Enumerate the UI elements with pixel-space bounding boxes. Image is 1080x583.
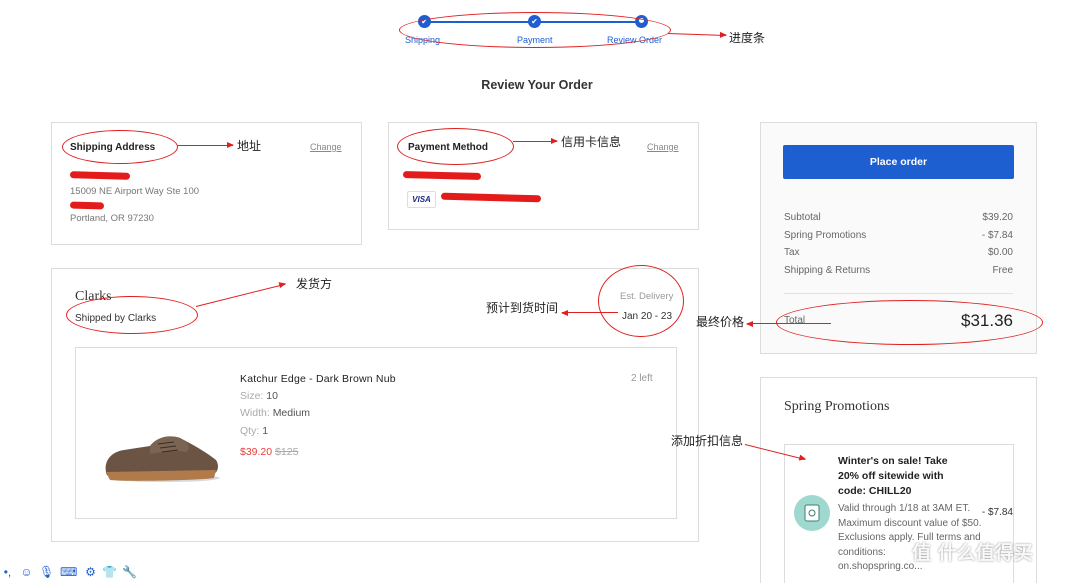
- item-stock: 2 left: [631, 373, 653, 384]
- annotation-total: 最终价格: [696, 315, 745, 329]
- annotation-promo: 添加折扣信息: [671, 434, 744, 448]
- promo-headline-line: 20% off sitewide with: [838, 470, 944, 482]
- dots-icon[interactable]: •,: [0, 565, 15, 580]
- promo-headline-line: code: CHILL20: [838, 485, 912, 497]
- keyboard-icon[interactable]: ⌨: [60, 565, 77, 580]
- summary-value: - $7.84: [981, 230, 1013, 241]
- redaction-line: [69, 201, 105, 210]
- annotation-payment: 信用卡信息: [561, 135, 622, 149]
- summary-label: Subtotal: [784, 212, 821, 223]
- summary-label: Spring Promotions: [784, 230, 867, 241]
- annotation-seller: 发货方: [296, 277, 333, 291]
- annotation-arrow-payment: [513, 138, 558, 144]
- annotation-arrow-address: [178, 142, 234, 148]
- summary-label: Shipping & Returns: [784, 265, 871, 276]
- qty-label: Qty:: [240, 425, 260, 437]
- annotation-arrow-progress: [667, 33, 726, 37]
- item-size-row: Size: 10: [240, 390, 278, 402]
- emoji-icon[interactable]: ☺: [19, 565, 34, 580]
- item-price-row: $39.20 $125: [240, 446, 298, 458]
- shirt-icon[interactable]: 👕: [102, 565, 117, 580]
- summary-label: Tax: [784, 247, 800, 258]
- qty-value: 1: [262, 425, 269, 437]
- shipping-line1: 15009 NE Airport Way Ste 100: [70, 186, 200, 197]
- annotation-ellipse-delivery: [598, 265, 684, 337]
- shoe-image[interactable]: [96, 422, 226, 490]
- summary-row: Subtotal $39.20: [784, 212, 1013, 223]
- redaction-card-number: [440, 192, 542, 203]
- redaction-name: [69, 171, 131, 180]
- summary-divider: [784, 293, 1013, 294]
- payment-change-link[interactable]: Change: [647, 142, 679, 152]
- summary-row: Tax $0.00: [784, 247, 1013, 258]
- annotation-delivery: 预计到货时间: [486, 301, 559, 315]
- item-qty-row: Qty: 1: [240, 425, 268, 437]
- item-width-row: Width: Medium: [240, 407, 310, 419]
- annotation-arrow-total: [747, 323, 831, 324]
- summary-value: Free: [992, 265, 1013, 276]
- summary-value: $39.20: [982, 212, 1013, 223]
- summary-row: Shipping & Returns Free: [784, 265, 1013, 276]
- promo-amount: - $7.84: [981, 507, 1013, 518]
- toolbox-icon[interactable]: ⚙: [83, 565, 98, 580]
- shipping-line2: Portland, OR 97230: [70, 213, 154, 224]
- item-card: Katchur Edge - Dark Brown Nub 2 left Siz…: [75, 347, 677, 519]
- wrench-icon[interactable]: 🔧: [122, 565, 137, 580]
- promo-detail-line: Valid through 1/18 at 3AM ET.: [838, 503, 971, 514]
- annotation-ellipse-progress: [399, 12, 671, 48]
- shipping-change-link[interactable]: Change: [310, 142, 342, 152]
- promotions-title: Spring Promotions: [784, 399, 890, 414]
- coupon-icon: [794, 495, 830, 531]
- summary-value: $0.00: [987, 247, 1013, 258]
- width-value: Medium: [272, 407, 311, 419]
- annotation-ellipse-payment: [397, 128, 514, 165]
- place-order-button[interactable]: Place order: [783, 145, 1014, 179]
- annotation-progress: 进度条: [729, 31, 766, 45]
- watermark-logo: 值 什么值得买: [912, 542, 1033, 564]
- visa-card-icon: VISA: [407, 191, 436, 208]
- annotation-address: 地址: [237, 139, 262, 153]
- item-original-price: $125: [275, 446, 299, 458]
- promo-headline: Winter's on sale! Take 20% off sitewide …: [838, 454, 948, 499]
- promo-detail-line: Maximum discount value of $50.: [838, 517, 982, 529]
- size-label: Size:: [240, 390, 264, 402]
- annotation-ellipse-address: [62, 130, 178, 164]
- item-name[interactable]: Katchur Edge - Dark Brown Nub: [240, 373, 396, 385]
- microphone-icon[interactable]: 🎙: [39, 565, 54, 580]
- redaction-cardholder: [402, 170, 482, 181]
- page-title: Review Your Order: [481, 78, 593, 92]
- promo-headline-line: Winter's on sale! Take: [838, 455, 948, 467]
- summary-row: Spring Promotions - $7.84: [784, 230, 1013, 241]
- annotation-ellipse-seller: [66, 296, 198, 334]
- annotation-arrow-delivery: [562, 312, 618, 313]
- item-price: $39.20: [240, 446, 273, 458]
- width-label: Width:: [240, 407, 270, 419]
- size-value: 10: [266, 390, 278, 402]
